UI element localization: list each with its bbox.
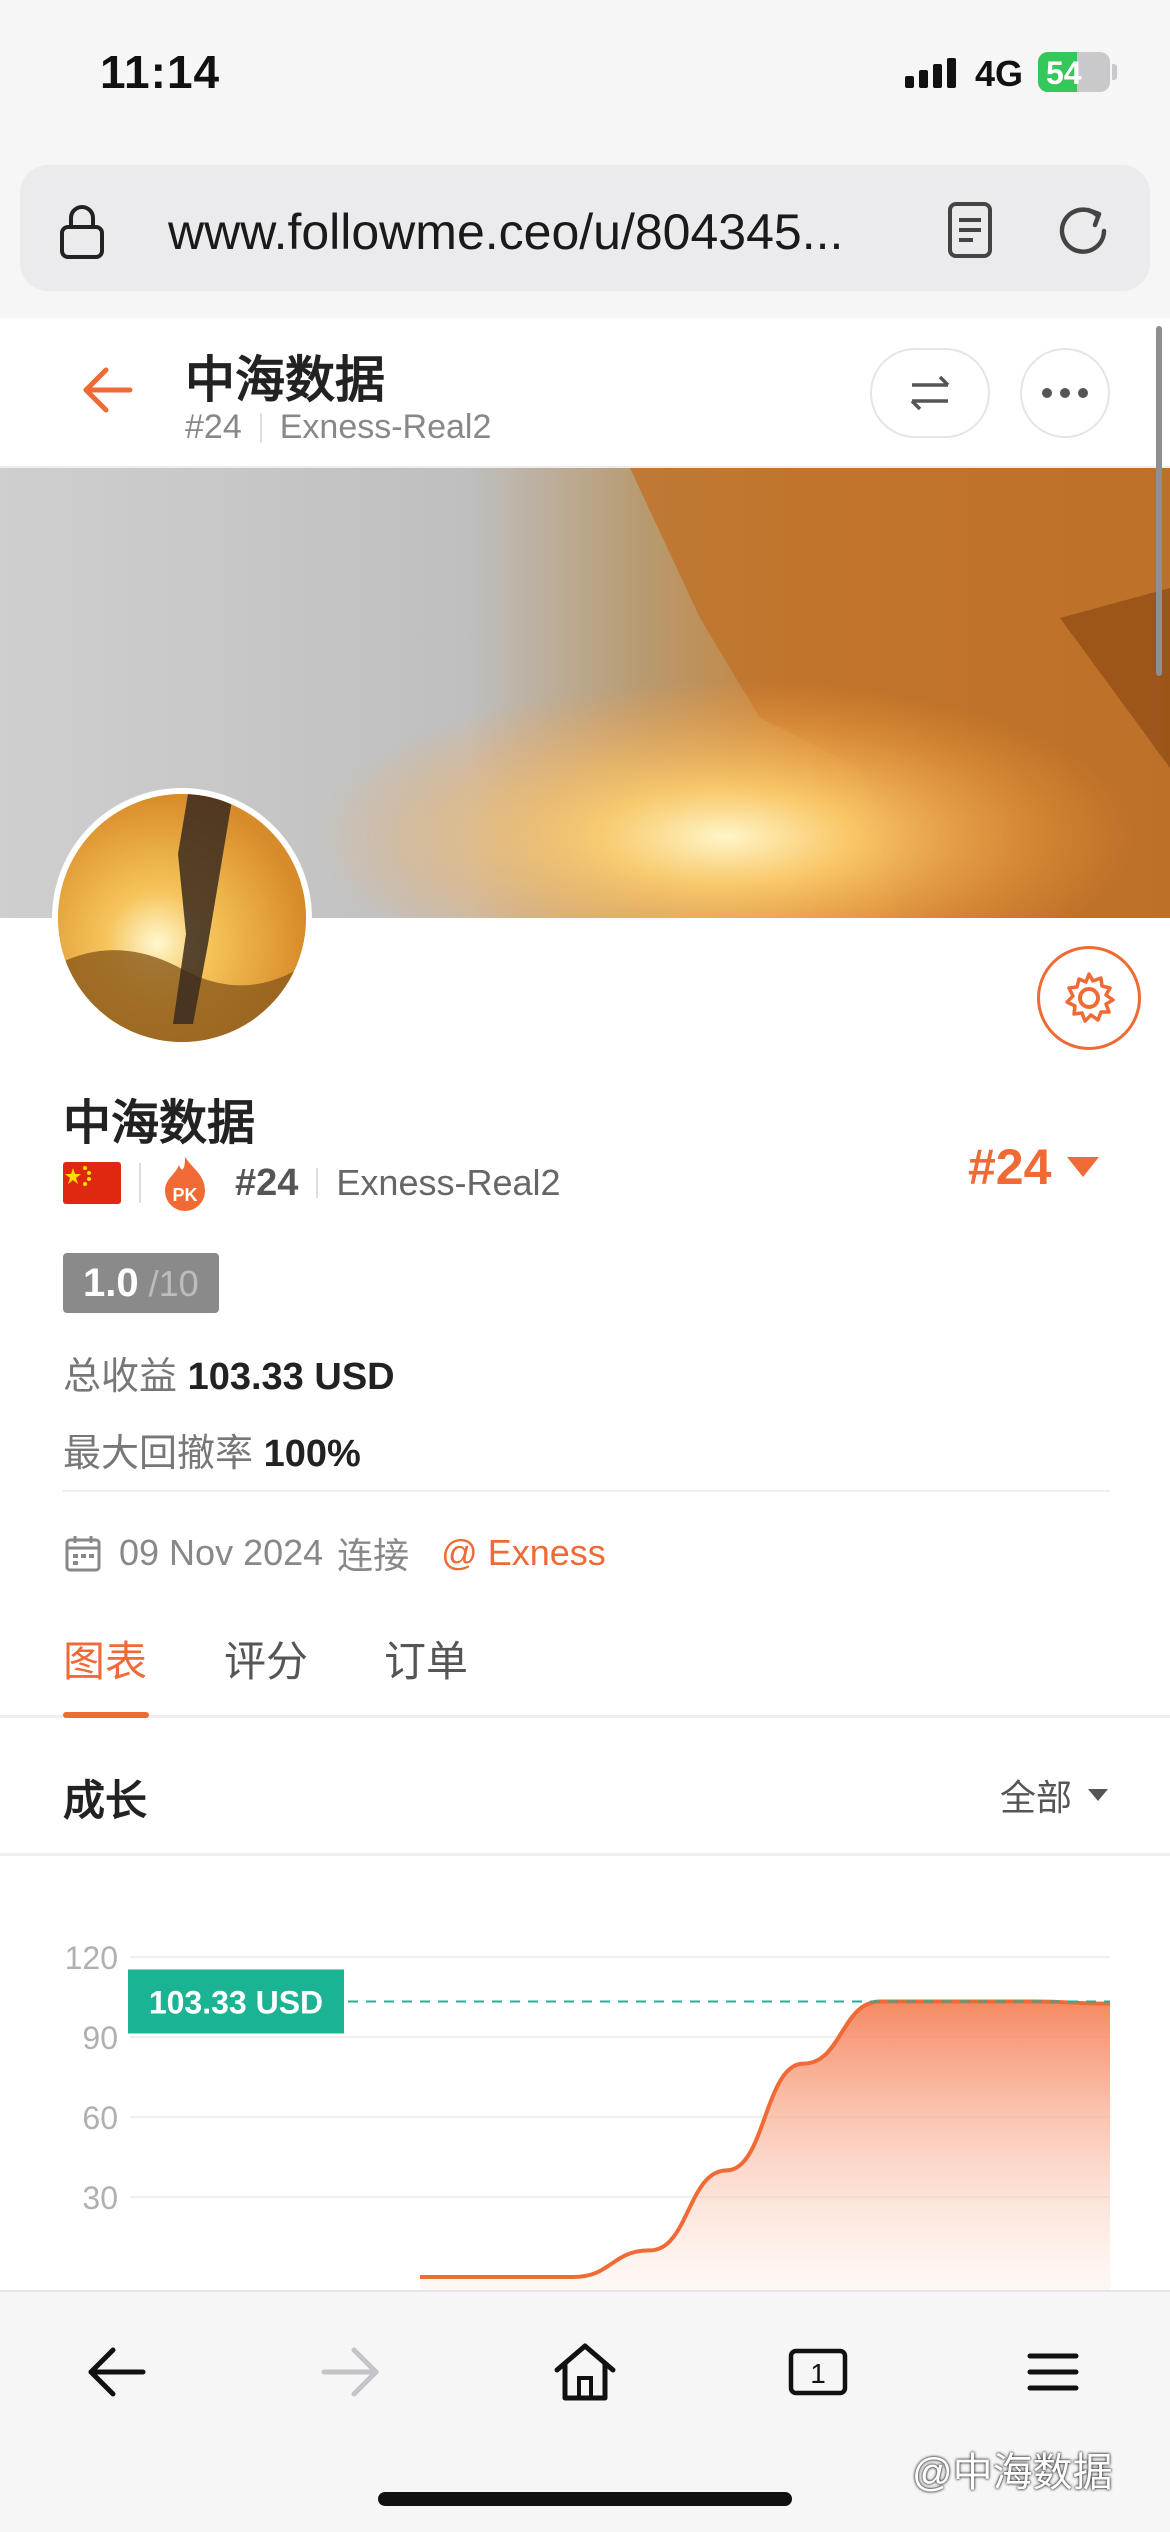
calendar-icon xyxy=(65,1536,101,1572)
watermark: @中海数据 xyxy=(912,2451,1113,2495)
period-filter-label: 全部 xyxy=(1000,1777,1073,1818)
profile-meta: PK #24 Exness-Real2 xyxy=(63,1153,561,1213)
pk-flame-icon: PK xyxy=(165,1157,205,1211)
profile-rank: #24 xyxy=(235,1161,299,1204)
active-tab-indicator xyxy=(63,1712,149,1718)
signal-icon xyxy=(905,58,956,88)
forward-button[interactable] xyxy=(305,2332,395,2412)
screen: 11:14 4G 54 www.followme.ceo/u/804345... xyxy=(0,0,1170,2532)
profile-name: 中海数据 xyxy=(63,1097,256,1150)
total-profit-label: 总收益 xyxy=(63,1356,178,1398)
caret-down-icon xyxy=(1088,1789,1109,1801)
tab-chart[interactable]: 图表 xyxy=(63,1628,147,1689)
lock-icon xyxy=(60,205,104,259)
growth-section-header: 成长 全部 xyxy=(0,1721,1170,1856)
web-page: 中海数据 #24 Exness-Real2 中海数据 PK #24 Exness… xyxy=(0,318,1170,2290)
growth-title: 成长 xyxy=(63,1777,148,1824)
forward-icon xyxy=(321,2347,379,2397)
battery-icon: 54 xyxy=(1038,52,1110,92)
drawdown-label: 最大回撤率 xyxy=(63,1433,254,1475)
period-filter-dropdown[interactable]: 全部 xyxy=(1000,1769,1110,1821)
header-rank: #24 xyxy=(185,408,242,446)
back-icon xyxy=(88,2347,146,2397)
divider xyxy=(63,1490,1110,1492)
svg-text:PK: PK xyxy=(172,1185,197,1205)
avatar[interactable] xyxy=(52,788,312,1048)
page-header: 中海数据 #24 Exness-Real2 xyxy=(0,318,1170,468)
settings-button[interactable] xyxy=(1037,946,1141,1050)
status-time: 11:14 xyxy=(100,46,221,98)
tab-orders[interactable]: 订单 xyxy=(384,1628,468,1689)
page-title: 中海数据 xyxy=(185,352,385,408)
home-indicator[interactable] xyxy=(378,2492,792,2506)
tab-rating[interactable]: 评分 xyxy=(224,1628,308,1689)
score-value: 1.0 xyxy=(83,1261,139,1305)
growth-chart: 120 90 60 30 103.33 USD xyxy=(0,1856,1170,2290)
china-flag-icon xyxy=(63,1162,121,1204)
swap-icon xyxy=(910,375,950,411)
avatar-image xyxy=(58,794,306,1042)
broker-link[interactable]: @ Exness xyxy=(441,1532,606,1574)
reload-icon[interactable] xyxy=(1052,200,1114,262)
total-profit-row: 总收益 103.33 USD xyxy=(63,1345,395,1400)
reader-mode-icon[interactable] xyxy=(942,200,998,260)
home-icon xyxy=(554,2343,616,2401)
connected-date: 09 Nov 2024 xyxy=(119,1532,324,1573)
y-tick-label: 90 xyxy=(82,2020,118,2056)
more-button[interactable] xyxy=(1020,348,1110,438)
separator xyxy=(139,1163,141,1203)
back-arrow-icon[interactable] xyxy=(80,362,136,418)
y-tick-label: 120 xyxy=(65,1940,118,1976)
caret-down-icon xyxy=(1067,1157,1100,1177)
y-tick-label: 60 xyxy=(82,2100,118,2136)
current-value-label: 103.33 USD xyxy=(149,1984,323,2020)
rank-value: #24 xyxy=(968,1139,1052,1195)
battery-tip xyxy=(1112,64,1117,80)
compare-button[interactable] xyxy=(870,348,990,438)
y-tick-label: 30 xyxy=(82,2180,118,2216)
total-profit-value: 103.33 xyxy=(187,1356,304,1398)
tabs-icon: 1 xyxy=(788,2348,848,2396)
growth-area xyxy=(420,2001,1110,2290)
status-bar: 11:14 4G 54 xyxy=(0,0,1170,150)
total-profit-unit: USD xyxy=(314,1356,395,1398)
gear-icon xyxy=(1065,972,1115,1023)
growth-chart-svg: 120 90 60 30 103.33 USD xyxy=(65,1940,1111,2290)
more-icon xyxy=(1042,388,1088,398)
score-max: /10 xyxy=(148,1263,199,1304)
scrollbar[interactable] xyxy=(1156,326,1162,676)
profile-broker: Exness-Real2 xyxy=(336,1162,561,1203)
home-button[interactable] xyxy=(540,2332,630,2412)
battery-level: 54 xyxy=(1046,55,1082,91)
separator xyxy=(259,412,262,443)
network-type: 4G xyxy=(975,53,1024,94)
connection-row: 09 Nov 2024 连接 @ Exness xyxy=(63,1523,606,1583)
drawdown-row: 最大回撤率 100% xyxy=(63,1422,361,1477)
tabs-button[interactable]: 1 xyxy=(773,2332,863,2412)
connected-label: 连接 xyxy=(337,1535,410,1576)
address-bar[interactable]: www.followme.ceo/u/804345... xyxy=(20,165,1150,291)
drawdown-value: 100% xyxy=(263,1433,361,1475)
header-subtitle: #24 Exness-Real2 xyxy=(185,408,491,447)
score-badge: 1.0 /10 xyxy=(63,1253,219,1313)
back-button[interactable] xyxy=(72,2332,162,2412)
menu-button[interactable] xyxy=(1008,2332,1098,2412)
tab-bar: 图表 评分 订单 xyxy=(0,1598,1170,1718)
header-broker: Exness-Real2 xyxy=(279,408,492,446)
hamburger-menu-icon xyxy=(1027,2353,1079,2391)
svg-text:1: 1 xyxy=(810,2358,826,2389)
url-text[interactable]: www.followme.ceo/u/804345... xyxy=(168,203,843,261)
separator xyxy=(316,1168,319,1198)
rank-dropdown[interactable]: #24 xyxy=(968,1138,1101,1196)
